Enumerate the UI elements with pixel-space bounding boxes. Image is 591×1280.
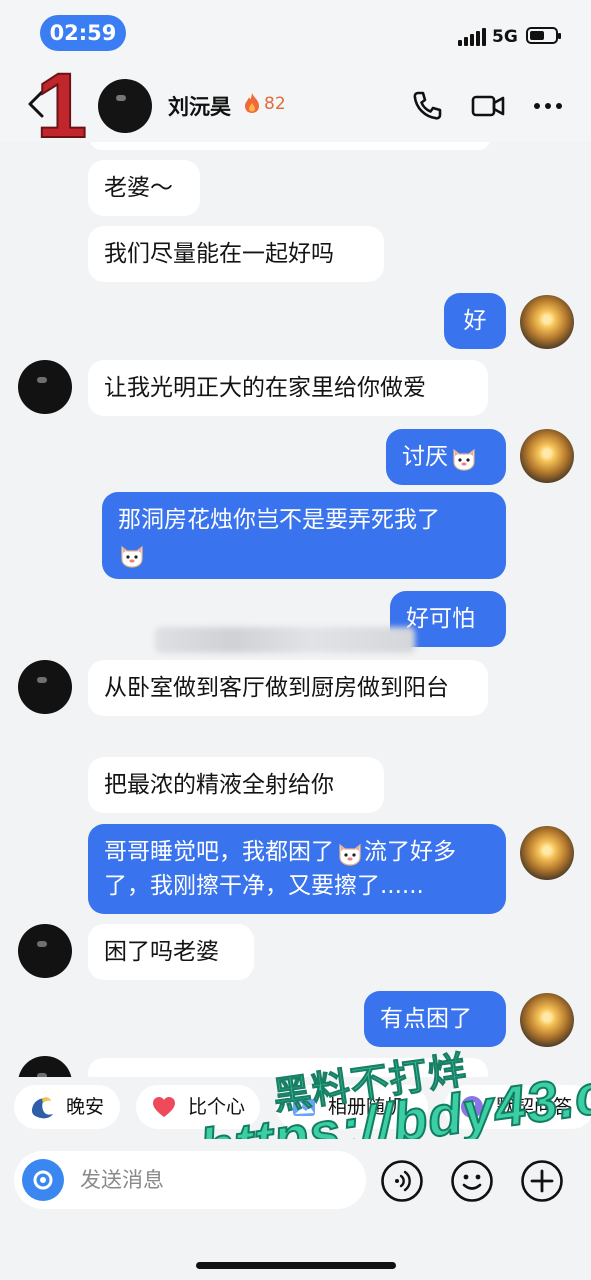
camera-button[interactable] bbox=[22, 1159, 64, 1201]
video-camera-icon bbox=[471, 95, 505, 117]
phone-icon bbox=[413, 91, 442, 120]
message-bubble[interactable]: 我们尽量能在一起好吗 bbox=[88, 226, 384, 282]
overlay-number: 1 bbox=[35, 55, 88, 157]
camera-icon bbox=[33, 1170, 53, 1190]
my-avatar[interactable] bbox=[520, 993, 574, 1047]
contact-avatar[interactable] bbox=[18, 660, 72, 714]
more-icon bbox=[534, 103, 562, 109]
message-input[interactable] bbox=[80, 1161, 350, 1199]
message-input-container[interactable] bbox=[14, 1151, 366, 1209]
voice-wave-icon bbox=[381, 1160, 423, 1202]
smiley-icon bbox=[451, 1160, 493, 1202]
contact-avatar[interactable] bbox=[18, 1056, 72, 1077]
flame-icon bbox=[245, 93, 259, 113]
add-button[interactable] bbox=[520, 1159, 564, 1203]
composer-bar bbox=[0, 1139, 591, 1280]
network-label: 5G bbox=[492, 27, 518, 47]
message-bubble[interactable]: 老婆～ bbox=[88, 160, 200, 216]
home-indicator bbox=[196, 1262, 396, 1269]
video-call-button[interactable] bbox=[470, 88, 506, 124]
emoji-button[interactable] bbox=[450, 1159, 494, 1203]
quick-reply-chip[interactable]: 晚安 bbox=[14, 1085, 120, 1129]
cat-face-emoji-icon bbox=[339, 843, 361, 866]
contact-name[interactable]: 刘沅昊 bbox=[168, 91, 231, 121]
moon-icon bbox=[32, 1097, 53, 1119]
message-bubble[interactable]: 把最浓的精液全射给你 bbox=[88, 757, 384, 813]
chat-header: 1 刘沅昊 82 bbox=[0, 59, 591, 153]
message-bubble[interactable]: 哥哥睡觉吧，我都困了 流了好多了，我刚擦干净，又要擦了...... bbox=[88, 824, 506, 914]
status-bar: 02:59 5G bbox=[0, 0, 591, 66]
message-bubble[interactable]: 讨厌 bbox=[386, 429, 506, 485]
message-bubble[interactable]: 那洞房花烛你岂不是要弄死我了 bbox=[102, 492, 506, 579]
contact-avatar[interactable] bbox=[98, 79, 152, 133]
cat-face-emoji-icon bbox=[453, 448, 475, 471]
my-avatar[interactable] bbox=[520, 826, 574, 880]
status-time: 02:59 bbox=[40, 15, 126, 51]
blurred-timestamp bbox=[155, 627, 415, 653]
message-text: 讨厌 bbox=[402, 444, 448, 470]
message-bubble[interactable]: 好 bbox=[444, 293, 506, 349]
message-bubble[interactable]: 困了吗老婆 bbox=[88, 924, 254, 980]
streak-count: 82 bbox=[264, 94, 286, 114]
contact-avatar[interactable] bbox=[18, 360, 72, 414]
my-avatar[interactable] bbox=[520, 429, 574, 483]
voice-button[interactable] bbox=[380, 1159, 424, 1203]
previous-message-bubble bbox=[90, 142, 490, 150]
signal-icon bbox=[458, 28, 488, 46]
chip-label: 晚安 bbox=[66, 1096, 105, 1118]
message-text: 那洞房花烛你岂不是要弄死我了 bbox=[118, 507, 440, 533]
cat-face-emoji-icon bbox=[121, 545, 143, 568]
voice-call-button[interactable] bbox=[410, 88, 446, 124]
message-bubble[interactable]: 让我光明正大的在家里给你做爱 bbox=[88, 360, 488, 416]
plus-icon bbox=[521, 1160, 563, 1202]
my-avatar[interactable] bbox=[520, 295, 574, 349]
message-bubble[interactable]: 有点困了 bbox=[364, 991, 506, 1047]
message-bubble[interactable]: 从卧室做到客厅做到厨房做到阳台 bbox=[88, 660, 488, 716]
contact-avatar[interactable] bbox=[18, 924, 72, 978]
message-list[interactable]: 老婆～ 我们尽量能在一起好吗 好 让我光明正大的在家里给你做爱 讨厌 那洞房花烛… bbox=[0, 142, 591, 1077]
more-button[interactable] bbox=[530, 88, 566, 124]
heart-icon bbox=[153, 1097, 175, 1117]
battery-icon bbox=[526, 27, 561, 44]
message-text: 哥哥睡觉吧，我都困了 bbox=[104, 839, 334, 865]
